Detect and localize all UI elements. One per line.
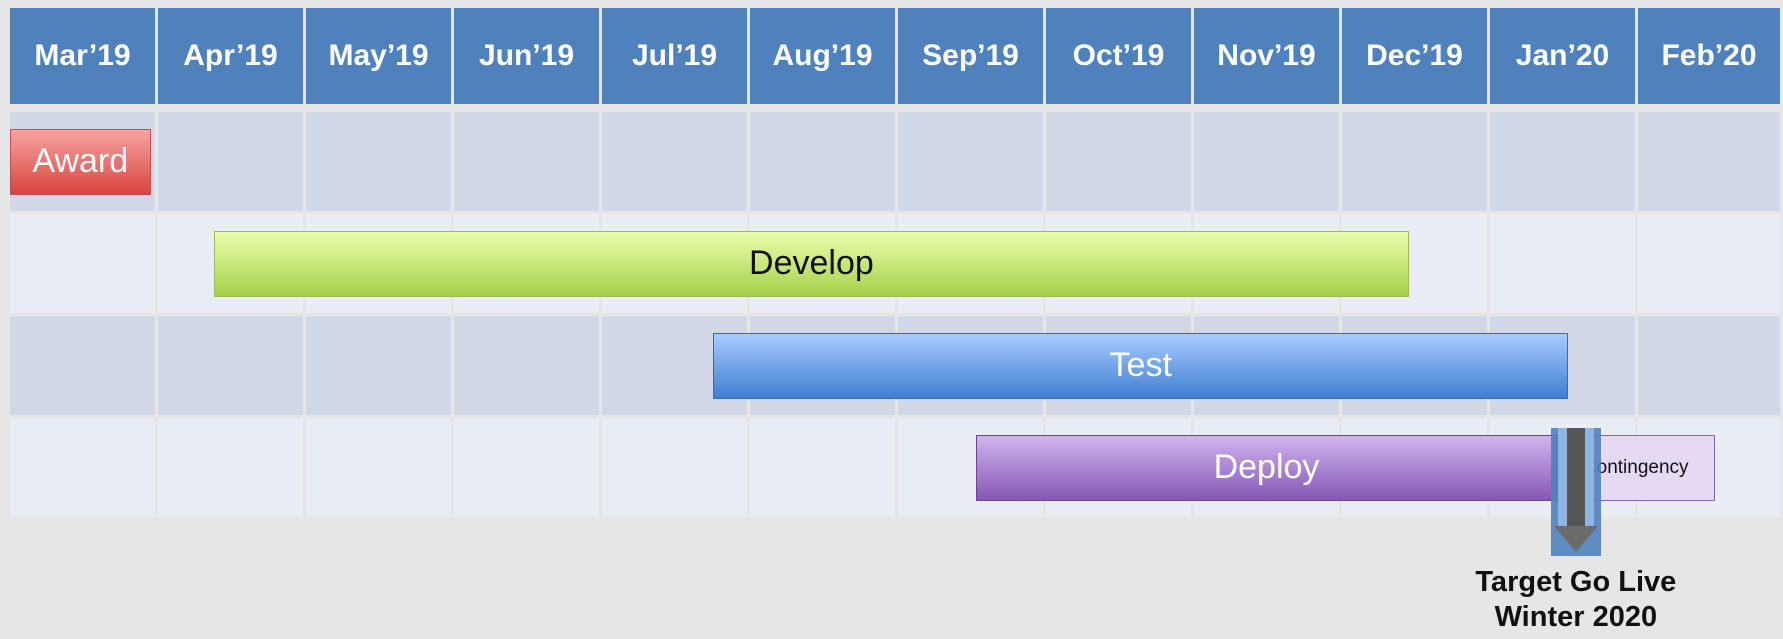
task-label: Test [1109, 346, 1172, 384]
grid-cell [158, 316, 303, 415]
grid-cell [750, 418, 895, 517]
grid-cell [1490, 214, 1635, 313]
grid-cell [454, 316, 599, 415]
develop-bar: Develop [214, 230, 1409, 297]
grid-cell [10, 316, 155, 415]
grid-cell [898, 112, 1043, 211]
month-header: Apr’19 [158, 8, 303, 104]
milestone-label: Target Go Live Winter 2020 [1446, 565, 1706, 635]
award-bar: Award [10, 128, 151, 195]
month-header: Mar’19 [10, 8, 155, 104]
month-header: Oct’19 [1046, 8, 1191, 104]
grid-cell [1342, 112, 1487, 211]
grid-cell [158, 418, 303, 517]
grid-cell [158, 112, 303, 211]
gantt-chart: Target Go Live Winter 2020 Mar’19 Apr’19 M… [0, 0, 1783, 639]
grid-cell [454, 112, 599, 211]
grid-cell [454, 418, 599, 517]
grid-cell [306, 418, 451, 517]
month-header: Aug’19 [750, 8, 895, 104]
grid-cell [602, 112, 747, 211]
test-bar: Test [713, 332, 1569, 399]
deploy-bar: Deploy [976, 434, 1557, 501]
task-label: Deploy [1213, 448, 1320, 486]
grid-cell [10, 214, 155, 313]
task-label: Award [32, 142, 129, 180]
month-header: Sep’19 [898, 8, 1043, 104]
grid-cell [1490, 112, 1635, 211]
grid-cell [602, 418, 747, 517]
grid-cell [10, 418, 155, 517]
milestone-label-line2: Winter 2020 [1494, 601, 1658, 633]
grid-cell [306, 112, 451, 211]
grid-cell [1638, 214, 1780, 313]
grid-cell [1638, 112, 1780, 211]
month-header: Dec’19 [1342, 8, 1487, 104]
milestone-label-line1: Target Go Live [1475, 566, 1677, 598]
month-header: Nov’19 [1194, 8, 1339, 104]
month-header: Jul’19 [602, 8, 747, 104]
month-header: Jun’19 [454, 8, 599, 104]
month-header: May’19 [306, 8, 451, 104]
grid-cell [750, 112, 895, 211]
grid-cell [1638, 316, 1780, 415]
grid-cell [1194, 112, 1339, 211]
month-header: Jan’20 [1490, 8, 1635, 104]
task-label: Develop [749, 244, 874, 282]
month-header: Feb’20 [1638, 8, 1780, 104]
grid-cell [306, 316, 451, 415]
grid-cell [1046, 112, 1191, 211]
milestone-arrow-icon [1550, 428, 1601, 556]
